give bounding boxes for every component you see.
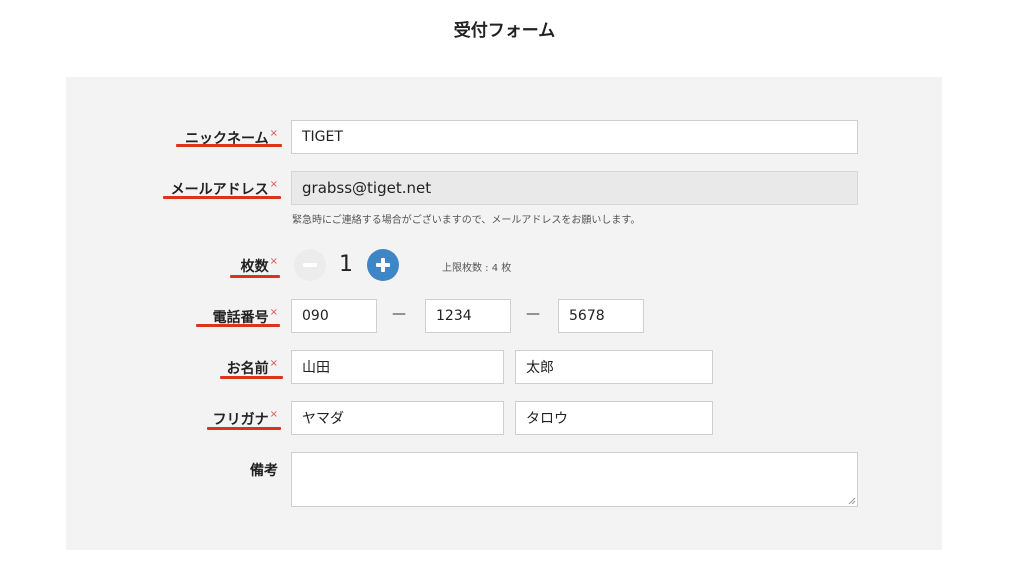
plus-circle-icon xyxy=(376,258,390,272)
nickname-underline xyxy=(176,144,282,147)
remarks-textarea[interactable] xyxy=(291,452,858,507)
phone-part3-input[interactable] xyxy=(558,299,644,333)
required-mark: × xyxy=(269,358,278,369)
page-title: 受付フォーム xyxy=(453,21,556,41)
required-mark: × xyxy=(269,409,278,420)
email-hint: 緊急時にご連絡する場合がございますので、メールアドレスをお願いします。 xyxy=(292,215,641,226)
resize-grip-icon[interactable] xyxy=(848,497,856,505)
email-input[interactable] xyxy=(291,171,858,205)
quantity-increment-button[interactable] xyxy=(367,249,399,281)
phone-separator-2: — xyxy=(526,306,540,322)
phone-part2-input[interactable] xyxy=(425,299,511,333)
nickname-input[interactable] xyxy=(291,120,858,154)
name-label: お名前× xyxy=(226,358,278,377)
quantity-label: 枚数× xyxy=(240,256,278,275)
quantity-value: 1 xyxy=(339,252,353,277)
required-mark: × xyxy=(269,179,278,190)
quantity-decrement-button[interactable] xyxy=(294,249,326,281)
last-name-kana-input[interactable] xyxy=(291,401,504,435)
required-mark: × xyxy=(269,256,278,267)
phone-part1-input[interactable] xyxy=(291,299,377,333)
furigana-underline xyxy=(207,427,281,430)
required-mark: × xyxy=(269,128,278,139)
quantity-underline xyxy=(230,275,280,278)
name-underline xyxy=(220,376,283,379)
minus-circle-icon xyxy=(303,263,317,267)
last-name-input[interactable] xyxy=(291,350,504,384)
furigana-label: フリガナ× xyxy=(212,409,278,428)
first-name-kana-input[interactable] xyxy=(515,401,713,435)
phone-underline xyxy=(196,324,280,327)
email-underline xyxy=(163,196,281,199)
quantity-limit-text: 上限枚数 : 4 枚 xyxy=(442,263,512,274)
phone-separator-1: — xyxy=(392,306,406,322)
first-name-input[interactable] xyxy=(515,350,713,384)
remarks-label: 備考 xyxy=(250,463,278,479)
required-mark: × xyxy=(269,307,278,318)
